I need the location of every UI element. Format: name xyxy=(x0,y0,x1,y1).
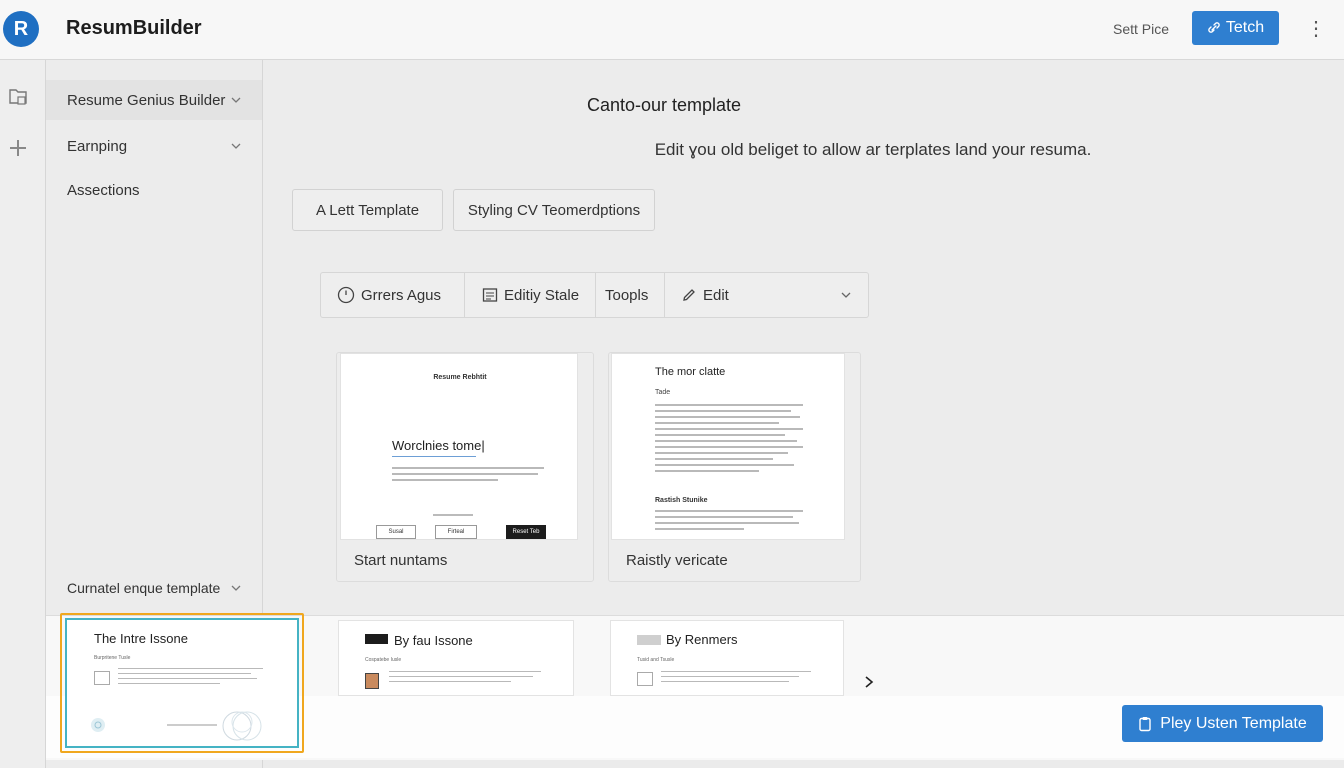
page-title: Canto-our template xyxy=(586,95,742,115)
toolbar-item-editiy-stale[interactable]: Editiy Stale xyxy=(482,273,579,317)
preview-text-lines xyxy=(655,510,803,534)
thumb-text-lines xyxy=(661,671,811,686)
thumb-photo-icon xyxy=(94,671,110,685)
template-card-label: Raistly vericate xyxy=(626,552,728,569)
thumb-logo-block xyxy=(637,635,661,645)
use-template-label: Pley Usten Template xyxy=(1160,714,1307,732)
thumb-title: The Intre Issone xyxy=(94,631,188,646)
toolbar-divider xyxy=(595,273,596,317)
more-menu-icon[interactable]: ⋮ xyxy=(1306,16,1326,42)
thumb-logo-block xyxy=(365,634,388,644)
pencil-icon xyxy=(683,289,695,301)
top-bar: R ResumBuilder Sett Pice Tetch ⋮ xyxy=(0,0,1344,60)
sidebar-item-assections[interactable]: Assections xyxy=(46,170,262,210)
preview-section-heading: Rastish Stunike xyxy=(655,497,708,504)
preview-heading: The mor clatte xyxy=(655,366,726,378)
preview-underline xyxy=(392,456,476,457)
preview-button: Firteal xyxy=(435,525,477,539)
toolbar-label: Edit xyxy=(703,286,729,304)
top-action-button[interactable]: Tetch xyxy=(1192,11,1279,45)
chevron-down-icon xyxy=(231,97,241,103)
link-icon xyxy=(1208,22,1220,33)
toolbar-label: Toopls xyxy=(605,286,649,304)
template-card[interactable]: The mor clatte Tade Rastish Stunike Rais… xyxy=(608,352,861,582)
preview-text-lines xyxy=(655,404,803,476)
sidebar-item-label: Assections xyxy=(67,181,140,199)
thumb-title: By fau Issone xyxy=(394,633,473,648)
thumb-subtitle: Burpritene Tusle xyxy=(94,655,131,661)
toolbar-item-edit[interactable]: Edit xyxy=(681,273,729,317)
use-template-button[interactable]: Pley Usten Template xyxy=(1122,705,1323,742)
template-preview: Resume Rebhtit Worclnies tome| Susal Fir… xyxy=(340,353,578,540)
template-thumb[interactable]: By fau Issone Cospatebe Iusle xyxy=(338,620,574,696)
thumb-photo-icon xyxy=(637,672,653,686)
chevron-down-icon xyxy=(231,143,241,149)
template-card-label: Start nuntams xyxy=(354,552,448,569)
chevron-right-icon[interactable] xyxy=(862,674,876,690)
sidebar-item-earnping[interactable]: Earnping xyxy=(46,126,262,166)
template-toolbar: Grrers Agus Editiy Stale Toopls Edit xyxy=(320,272,869,318)
thumb-title: By Renmers xyxy=(666,632,738,647)
toolbar-divider xyxy=(664,273,665,317)
document-icon xyxy=(482,288,498,302)
template-thumb[interactable]: By Renmers Tusid and Tsusle xyxy=(610,620,844,696)
sidebar-item-label: Curnatel enque template xyxy=(67,580,221,596)
clipboard-icon xyxy=(1139,716,1151,731)
thumb-text-lines xyxy=(389,671,541,686)
preview-subheading: Tade xyxy=(655,389,671,396)
sidebar-item-label: Earnping xyxy=(67,137,128,155)
decorative-pattern-icon xyxy=(222,711,262,741)
main-content: Canto-our template Edit ɣou old beliget … xyxy=(263,60,1344,615)
folder-icon[interactable] xyxy=(6,84,30,108)
top-action-label: Tetch xyxy=(1225,19,1265,36)
preview-text-lines xyxy=(392,467,544,485)
thumb-avatar-icon xyxy=(365,673,379,689)
sidebar-item-template-section[interactable]: Curnatel enque template xyxy=(67,580,242,596)
toolbar-divider xyxy=(464,273,465,317)
chevron-down-icon[interactable] xyxy=(840,289,852,301)
thumb-subtitle: Tusid and Tsusle xyxy=(637,657,675,663)
sidebar-item-label: Resume Genius Builder xyxy=(67,91,226,109)
toolbar-item-toopls[interactable]: Toopls xyxy=(605,273,648,317)
chip-styling-cv[interactable]: Styling CV Teomerdptions xyxy=(453,189,655,231)
preview-rule xyxy=(433,514,473,516)
preview-header: Resume Rebhtit xyxy=(433,374,487,381)
sidebar-item-resume-genius-builder[interactable]: Resume Genius Builder xyxy=(46,80,262,120)
template-thumb-selected[interactable]: The Intre Issone Burpritene Tusle xyxy=(65,618,299,748)
toolbar-label: Grrers Agus xyxy=(361,286,442,304)
preview-button: Reset Teb xyxy=(506,525,546,539)
template-preview: The mor clatte Tade Rastish Stunike xyxy=(611,353,845,540)
thumb-text-lines xyxy=(118,668,263,688)
toolbar-label: Editiy Stale xyxy=(504,286,580,304)
thumb-rule xyxy=(167,724,217,726)
app-title: ResumBuilder xyxy=(66,17,202,39)
clock-icon xyxy=(337,286,355,304)
template-card[interactable]: Resume Rebhtit Worclnies tome| Susal Fir… xyxy=(336,352,594,582)
app-logo[interactable]: R xyxy=(3,11,39,47)
toolbar-item-grrers-agus[interactable]: Grrers Agus xyxy=(337,273,441,317)
thumb-subtitle: Cospatebe Iusle xyxy=(365,657,402,663)
chip-a-lett-template[interactable]: A Lett Template xyxy=(292,189,443,231)
left-rail xyxy=(0,60,46,768)
decorative-circle-icon xyxy=(91,718,105,732)
page-subtitle: Edit ɣou old beliget to allow ar terplat… xyxy=(654,140,1092,159)
top-link[interactable]: Sett Pice xyxy=(1113,21,1169,37)
plus-icon[interactable] xyxy=(6,136,30,160)
chevron-down-icon xyxy=(231,585,241,591)
preview-heading: Worclnies tome| xyxy=(392,438,485,453)
preview-button: Susal xyxy=(376,525,416,539)
